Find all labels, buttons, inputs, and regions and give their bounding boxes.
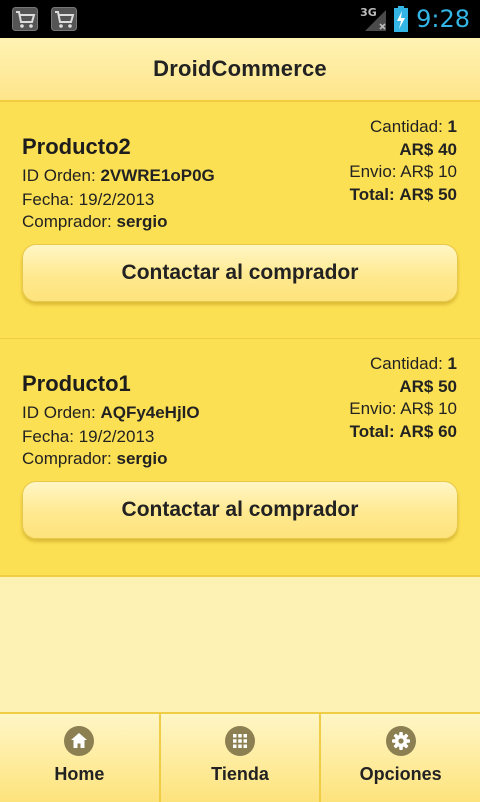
quantity-value: 1 [447,354,457,373]
date-value: 19/2/2013 [78,190,155,209]
buyer-row: Comprador: sergio [22,212,168,232]
price-value: AR$ 50 [399,377,457,396]
nav-opciones[interactable]: Opciones [321,714,480,802]
contact-buyer-button[interactable]: Contactar al comprador [22,481,458,539]
date-value: 19/2/2013 [78,427,155,446]
order-id-value: AQFy4eHjlO [100,403,200,422]
product-name: Producto2 [22,134,131,159]
price-value: AR$ 40 [399,140,457,159]
order-id-value: 2VWRE1oP0G [100,166,215,185]
quantity-row: Cantidad: 1 [370,354,457,374]
quantity-value: 1 [447,117,457,136]
price-row: AR$ 50 [399,377,457,397]
total-row: Total: AR$ 50 [350,185,457,205]
nav-opciones-label: Opciones [359,764,442,784]
quantity-label: Cantidad: [370,354,443,373]
battery-charging-icon [394,6,409,32]
home-icon [64,726,95,756]
gear-icon [385,726,416,756]
quantity-row: Cantidad: 1 [370,117,457,137]
nav-tienda-label: Tienda [211,764,269,784]
contact-buyer-button[interactable]: Contactar al comprador [22,244,458,302]
shipping-label: Envio: [349,399,397,418]
buyer-label: Comprador: [22,449,112,468]
shipping-value: AR$ 10 [400,399,457,418]
shipping-row: Envio: AR$ 10 [349,399,457,419]
app-title: DroidCommerce [153,56,327,81]
product-name: Producto1 [22,371,131,396]
status-bar: 3G 9:28 [0,0,480,38]
order-id-row: ID Orden: AQFy4eHjlO [22,403,200,423]
shipping-value: AR$ 10 [400,162,457,181]
shopping-cart-notification-icon[interactable] [12,7,38,31]
buyer-row: Comprador: sergio [22,449,168,469]
date-row: Fecha: 19/2/2013 [22,427,154,447]
order-card: Producto2 ID Orden: 2VWRE1oP0G Fecha: 19… [0,102,480,340]
total-value: AR$ 50 [399,185,457,204]
date-label: Fecha: [22,190,74,209]
order-id-label: ID Orden: [22,166,96,185]
clock: 9:28 [416,5,470,33]
buyer-value: sergio [116,449,168,468]
date-row: Fecha: 19/2/2013 [22,190,154,210]
grid-icon [225,726,255,756]
network-type-label: 3G [360,6,377,19]
signal-icon: 3G [358,6,388,32]
action-bar: DroidCommerce [0,38,480,102]
total-value: AR$ 60 [399,422,457,441]
total-label: Total: [349,422,395,441]
price-row: AR$ 40 [399,140,457,160]
order-card: Producto1 ID Orden: AQFy4eHjlO Fecha: 19… [0,339,480,577]
shipping-row: Envio: AR$ 10 [349,162,457,182]
buyer-label: Comprador: [22,212,112,231]
order-id-row: ID Orden: 2VWRE1oP0G [22,166,215,186]
nav-home-label: Home [54,764,105,784]
nav-tienda[interactable]: Tienda [160,714,322,802]
total-label: Total: [349,185,395,204]
bottom-navigation: Home Tienda Opciones [0,712,480,802]
date-label: Fecha: [22,427,74,446]
quantity-label: Cantidad: [370,117,443,136]
shipping-label: Envio: [349,162,397,181]
buyer-value: sergio [116,212,168,231]
nav-home[interactable]: Home [0,714,161,802]
total-row: Total: AR$ 60 [350,422,457,442]
shopping-cart-notification-icon[interactable] [51,7,77,31]
order-id-label: ID Orden: [22,403,96,422]
